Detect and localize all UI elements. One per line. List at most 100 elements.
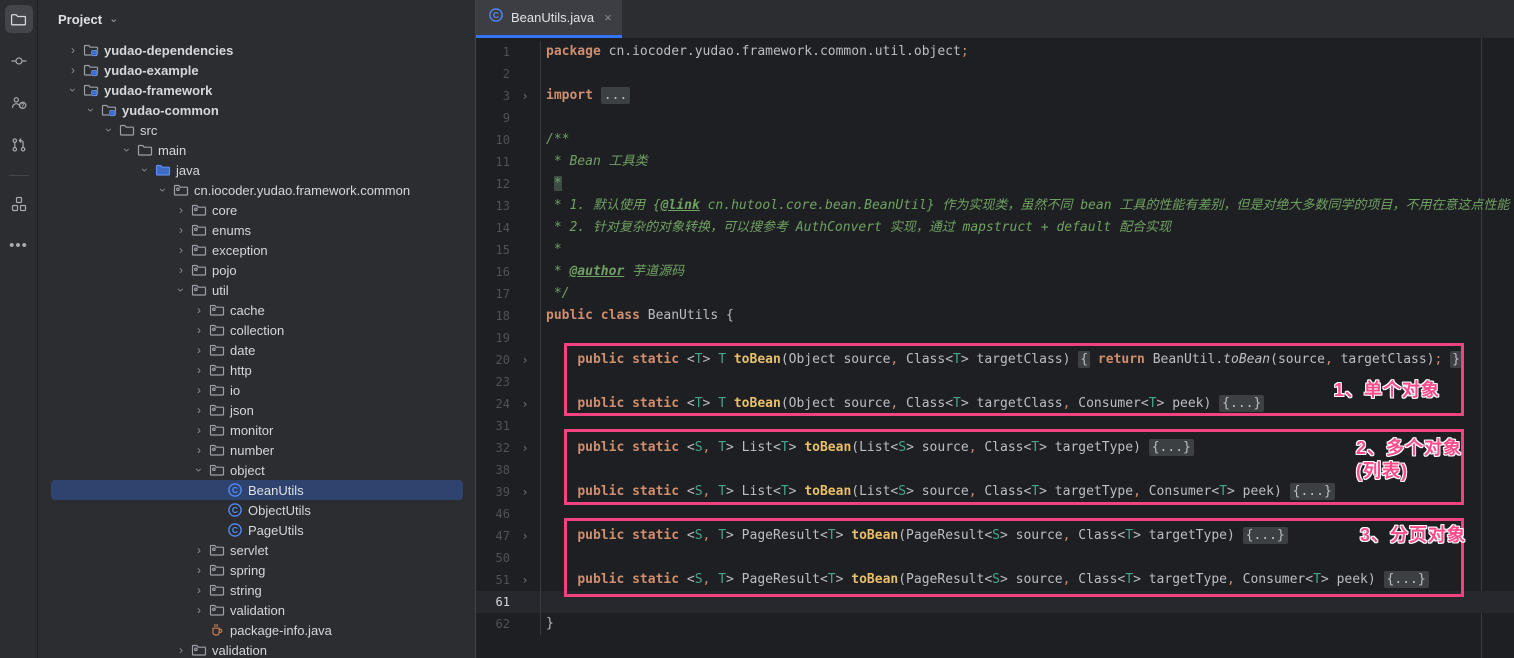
fold-arrow-icon[interactable]: ›	[510, 481, 540, 503]
tree-item-pojo[interactable]: ›pojo	[38, 260, 475, 280]
chevron-closed-icon[interactable]: ›	[191, 380, 207, 400]
chevron-closed-icon[interactable]: ›	[191, 580, 207, 600]
chevron-open-icon[interactable]: ›	[81, 102, 101, 118]
chevron-open-icon[interactable]: ›	[117, 142, 137, 158]
structure-tool-button-structure-icon[interactable]	[5, 190, 33, 218]
code-text[interactable]	[540, 503, 1514, 525]
tree-item-validation[interactable]: ›validation	[38, 640, 475, 658]
tree-item-collection[interactable]: ›collection	[38, 320, 475, 340]
chevron-closed-icon[interactable]: ›	[191, 340, 207, 360]
tree-item-number[interactable]: ›number	[38, 440, 475, 460]
code-text[interactable]: /**	[540, 129, 1514, 151]
fold-arrow-icon[interactable]: ›	[510, 349, 540, 371]
code-text[interactable]	[540, 107, 1514, 129]
code-text[interactable]: * @author 芋道源码	[540, 261, 1514, 283]
fold-arrow-icon[interactable]: ›	[510, 525, 540, 547]
tree-item-util[interactable]: ›util	[38, 280, 475, 300]
code-text[interactable]: public static <T> T toBean(Object source…	[540, 393, 1514, 415]
tree-item-http[interactable]: ›http	[38, 360, 475, 380]
tree-item-monitor[interactable]: ›monitor	[38, 420, 475, 440]
tree-item-io[interactable]: ›io	[38, 380, 475, 400]
tree-item-date[interactable]: ›date	[38, 340, 475, 360]
code-with-me-button-cwm-icon[interactable]: ?	[5, 89, 33, 117]
code-text[interactable]	[540, 63, 1514, 85]
tree-item-objectutils[interactable]: CObjectUtils	[38, 500, 475, 520]
chevron-open-icon[interactable]: ›	[153, 182, 173, 198]
tree-item-cn-iocoder-yudao-framework-common[interactable]: ›cn.iocoder.yudao.framework.common	[38, 180, 475, 200]
code-editor[interactable]: 1package cn.iocoder.yudao.framework.comm…	[476, 38, 1514, 658]
code-text[interactable]: import ...	[540, 85, 1514, 107]
chevron-closed-icon[interactable]: ›	[191, 540, 207, 560]
tree-item-yudao-common[interactable]: ›yudao-common	[38, 100, 475, 120]
fold-arrow-icon[interactable]: ›	[510, 569, 540, 591]
chevron-closed-icon[interactable]: ›	[65, 60, 81, 80]
chevron-closed-icon[interactable]: ›	[191, 300, 207, 320]
tree-item-yudao-dependencies[interactable]: ›yudao-dependencies	[38, 40, 475, 60]
chevron-closed-icon[interactable]: ›	[191, 400, 207, 420]
chevron-closed-icon[interactable]: ›	[173, 200, 189, 220]
code-text[interactable]: public static <S, T> PageResult<T> toBea…	[540, 569, 1514, 591]
fold-arrow-icon[interactable]: ›	[510, 393, 540, 415]
tree-item-json[interactable]: ›json	[38, 400, 475, 420]
code-text[interactable]: public static <S, T> List<T> toBean(List…	[540, 481, 1514, 503]
code-text[interactable]: * Bean 工具类	[540, 151, 1514, 173]
tree-item-object[interactable]: ›object	[38, 460, 475, 480]
code-text[interactable]: *	[540, 239, 1514, 261]
tree-item-java[interactable]: ›java	[38, 160, 475, 180]
code-text[interactable]	[540, 547, 1514, 569]
chevron-closed-icon[interactable]: ›	[173, 640, 189, 658]
tree-item-servlet[interactable]: ›servlet	[38, 540, 475, 560]
tree-item-enums[interactable]: ›enums	[38, 220, 475, 240]
tree-item-string[interactable]: ›string	[38, 580, 475, 600]
code-text[interactable]	[540, 327, 1514, 349]
tree-item-exception[interactable]: ›exception	[38, 240, 475, 260]
project-tool-button-project-icon[interactable]	[5, 5, 33, 33]
code-text[interactable]: package cn.iocoder.yudao.framework.commo…	[540, 41, 1514, 63]
tree-item-yudao-framework[interactable]: ›yudao-framework	[38, 80, 475, 100]
tree-item-core[interactable]: ›core	[38, 200, 475, 220]
code-text[interactable]: *	[540, 173, 1514, 195]
tree-item-beanutils[interactable]: CBeanUtils	[38, 480, 475, 500]
code-text[interactable]: public static <S, T> PageResult<T> toBea…	[540, 525, 1514, 547]
chevron-closed-icon[interactable]: ›	[191, 440, 207, 460]
code-text[interactable]: */	[540, 283, 1514, 305]
chevron-closed-icon[interactable]: ›	[191, 320, 207, 340]
code-text[interactable]: public static <T> T toBean(Object source…	[540, 349, 1514, 371]
chevron-open-icon[interactable]: ›	[99, 122, 119, 138]
code-text[interactable]	[540, 591, 1514, 613]
code-text[interactable]: public static <S, T> List<T> toBean(List…	[540, 437, 1514, 459]
pull-requests-button-pr-icon[interactable]	[5, 131, 33, 159]
chevron-closed-icon[interactable]: ›	[173, 240, 189, 260]
chevron-closed-icon[interactable]: ›	[191, 420, 207, 440]
tree-item-spring[interactable]: ›spring	[38, 560, 475, 580]
tree-item-validation[interactable]: ›validation	[38, 600, 475, 620]
code-text[interactable]: * 2. 针对复杂的对象转换，可以搜参考 AuthConvert 实现，通过 m…	[540, 217, 1514, 239]
chevron-closed-icon[interactable]: ›	[65, 40, 81, 60]
code-text[interactable]	[540, 371, 1514, 393]
fold-arrow-icon[interactable]: ›	[510, 85, 540, 107]
code-text[interactable]	[540, 415, 1514, 437]
chevron-open-icon[interactable]: ›	[189, 462, 209, 478]
commit-tool-button-commit-icon[interactable]	[5, 47, 33, 75]
tab-beanutils-java[interactable]: C BeanUtils.java ×	[476, 0, 622, 38]
code-text[interactable]: }	[540, 613, 1514, 635]
chevron-closed-icon[interactable]: ›	[173, 260, 189, 280]
chevron-closed-icon[interactable]: ›	[191, 560, 207, 580]
code-text[interactable]: public class BeanUtils {	[540, 305, 1514, 327]
chevron-open-icon[interactable]: ›	[171, 282, 191, 298]
code-text[interactable]: * 1. 默认使用 {@link cn.hutool.core.bean.Bea…	[540, 195, 1514, 217]
fold-arrow-icon[interactable]: ›	[510, 437, 540, 459]
code-text[interactable]	[540, 459, 1514, 481]
close-icon[interactable]: ×	[604, 10, 612, 25]
chevron-closed-icon[interactable]: ›	[191, 600, 207, 620]
tree-item-cache[interactable]: ›cache	[38, 300, 475, 320]
tree-item-yudao-example[interactable]: ›yudao-example	[38, 60, 475, 80]
project-panel-header[interactable]: Project ⌄	[38, 0, 475, 38]
tree-item-pageutils[interactable]: CPageUtils	[38, 520, 475, 540]
chevron-closed-icon[interactable]: ›	[191, 360, 207, 380]
tree-item-main[interactable]: ›main	[38, 140, 475, 160]
chevron-closed-icon[interactable]: ›	[173, 220, 189, 240]
chevron-open-icon[interactable]: ›	[63, 82, 83, 98]
more-tools-button-more-icon[interactable]: •••	[5, 232, 33, 260]
tree-item-package-info-java[interactable]: package-info.java	[38, 620, 475, 640]
